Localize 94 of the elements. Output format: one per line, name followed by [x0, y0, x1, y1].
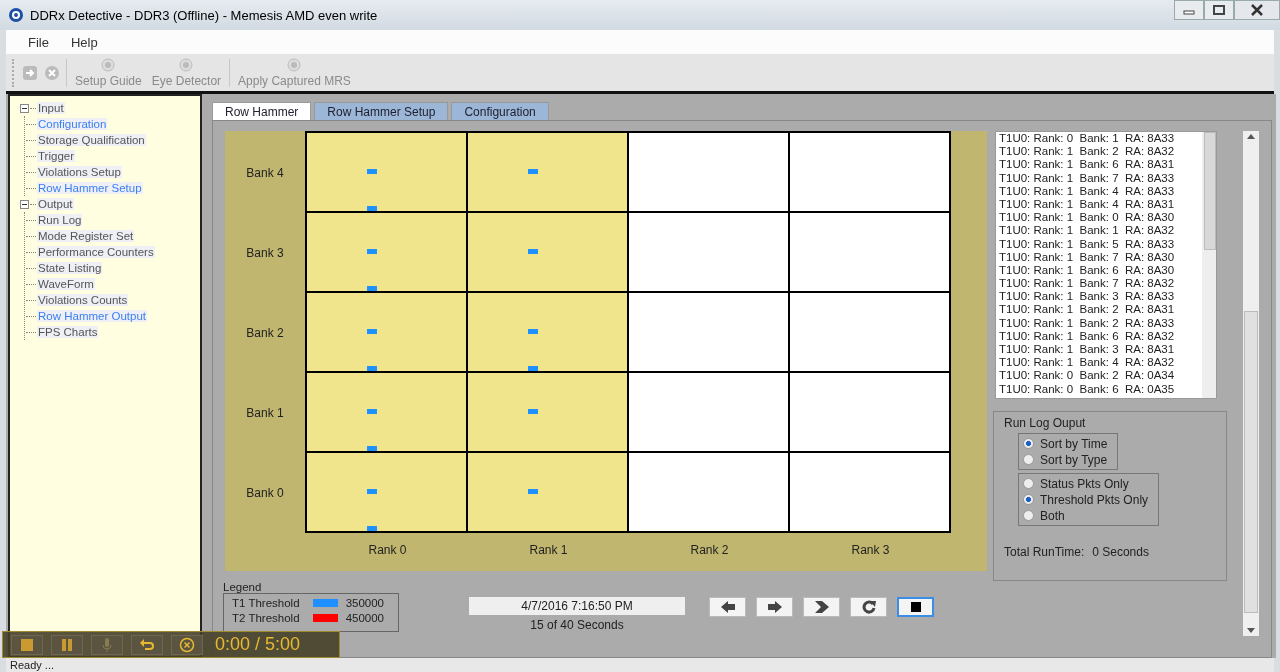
tree-item[interactable]: Mode Register Set [37, 230, 135, 242]
log-entry: T1U0: Rank: 1 Bank: 1 RA: 8A32 [999, 224, 1176, 238]
close-icon [1250, 4, 1264, 16]
radio-option[interactable]: Sort by Type [1023, 452, 1108, 467]
log-entry: T1U0: Rank: 0 Bank: 1 RA: 8A33 [999, 132, 1176, 146]
bank-label: Bank 1 [245, 405, 285, 422]
skip-button[interactable] [803, 597, 840, 617]
bank-label: Bank 2 [245, 325, 285, 342]
log-entry: T1U0: Rank: 1 Bank: 7 RA: 8A33 [999, 171, 1176, 185]
close-button[interactable] [1234, 0, 1280, 20]
rank-label: Rank 3 [850, 543, 891, 557]
collapse-icon[interactable] [20, 103, 29, 113]
log-entry: T1U0: Rank: 1 Bank: 7 RA: 8A32 [999, 277, 1176, 291]
radio-icon [101, 57, 116, 72]
back-button[interactable] [709, 597, 746, 617]
tree-item[interactable]: Violations Setup [37, 166, 122, 178]
log-entry: T1U0: Rank: 0 Bank: 6 RA: 0A35 [999, 382, 1176, 396]
refresh-button[interactable] [850, 597, 887, 617]
group-title: Run Log Ouput [1004, 416, 1086, 430]
legend-label: T1 Threshold [232, 596, 301, 609]
legend-title: Legend [223, 581, 263, 593]
log-entry: T1U0: Rank: 1 Bank: 2 RA: 8A33 [999, 316, 1176, 330]
tree-item[interactable]: Storage Qualification [37, 134, 146, 146]
scrollbar[interactable] [1243, 131, 1259, 636]
bank-label: Bank 4 [245, 165, 285, 182]
log-entry: T1U0: Rank: 1 Bank: 6 RA: 8A31 [999, 158, 1176, 172]
tree-item[interactable]: FPS Charts [37, 326, 99, 338]
maximize-button[interactable] [1204, 0, 1234, 20]
radio-icon [179, 57, 194, 72]
close-icon [179, 636, 195, 653]
log-entry: T1U0: Rank: 0 Bank: 2 RA: 0A34 [999, 369, 1176, 383]
tree-item[interactable]: Violations Counts [37, 294, 129, 306]
log-entry: T1U0: Rank: 1 Bank: 4 RA: 8A32 [999, 356, 1176, 370]
log-entry: T1U0: Rank: 1 Bank: 6 RA: 8A30 [999, 263, 1176, 278]
legend-value: 450000 [345, 611, 384, 624]
menu-item[interactable]: File [28, 34, 49, 50]
undo-button[interactable] [131, 634, 163, 655]
window-title: DDRx Detective - DDR3 (Offline) - Memesis AMD even write [30, 7, 378, 23]
timestamp-field: 4/7/2016 7:16:50 PM [469, 597, 685, 615]
collapse-icon[interactable] [20, 199, 29, 209]
rank-label: Rank 2 [689, 543, 730, 557]
rank-label: Rank 0 [367, 543, 408, 557]
radio-option[interactable]: Sort by Time [1023, 436, 1108, 451]
bank-label: Bank 3 [245, 245, 285, 262]
stop-button[interactable] [897, 597, 934, 617]
log-entry: T1U0: Rank: 1 Bank: 3 RA: 8A31 [999, 343, 1176, 357]
tree-item[interactable]: Trigger [37, 150, 75, 162]
radio-option[interactable]: Both [1023, 508, 1149, 523]
recording-time: 0:00 / 5:00 [215, 634, 301, 655]
app-logo-icon [8, 7, 24, 23]
refresh-icon [860, 600, 877, 614]
tree-item[interactable]: WaveForm [37, 278, 95, 290]
legend-value: 350000 [345, 596, 384, 609]
tree-item[interactable]: Output [37, 198, 74, 210]
tree-item[interactable]: State Listing [37, 262, 103, 274]
radio-option[interactable]: Status Pkts Only [1023, 476, 1149, 491]
tab[interactable]: Row Hammer [212, 102, 312, 120]
scrollbar[interactable] [1202, 132, 1216, 398]
tree-item[interactable]: Run Log [37, 214, 83, 226]
radio-option[interactable]: Threshold Pkts Only [1023, 492, 1149, 507]
left-arrow-icon [719, 600, 736, 614]
log-entry: T1U0: Rank: 1 Bank: 7 RA: 8A30 [999, 250, 1176, 264]
log-entry: T1U0: Rank: 1 Bank: 2 RA: 8A31 [999, 303, 1176, 317]
log-entry: T1U0: Rank: 1 Bank: 0 RA: 8A30 [999, 211, 1176, 225]
tab[interactable]: Row Hammer Setup [314, 102, 449, 120]
rank-label: Rank 1 [528, 543, 569, 557]
total-runtime-label: Total RunTime: [1004, 545, 1085, 559]
log-entry: T1U0: Rank: 1 Bank: 2 RA: 8A32 [999, 145, 1176, 159]
radio-icon [287, 57, 302, 72]
pause-button[interactable] [51, 634, 83, 655]
maximize-icon [1213, 5, 1225, 15]
pause-icon [59, 636, 75, 653]
tab[interactable]: Configuration [451, 102, 549, 120]
progress-text: 15 of 40 Seconds [530, 618, 624, 632]
log-entry: T1U0: Rank: 1 Bank: 6 RA: 8A32 [999, 329, 1176, 343]
cancel-button[interactable] [171, 634, 203, 655]
microphone-icon [99, 636, 115, 653]
log-entry: T1U0: Rank: 1 Bank: 5 RA: 8A33 [999, 237, 1176, 251]
right-arrow-icon [766, 600, 783, 614]
log-entry: T1U0: Rank: 1 Bank: 4 RA: 8A31 [999, 197, 1176, 212]
tree-item[interactable]: Input [37, 102, 65, 114]
log-entry: T1U0: Rank: 1 Bank: 4 RA: 8A33 [999, 184, 1176, 198]
record-button[interactable] [11, 634, 43, 655]
tree-item[interactable]: Performance Counters [37, 246, 155, 258]
status-text: Ready ... [10, 659, 55, 671]
log-entry: T1U0: Rank: 1 Bank: 3 RA: 8A33 [999, 290, 1176, 304]
total-runtime-value: 0 Seconds [1092, 545, 1149, 559]
stop-icon [909, 601, 922, 613]
menu-item[interactable]: Help [70, 34, 98, 50]
forward-button[interactable] [756, 597, 793, 617]
bank-label: Bank 0 [245, 485, 285, 502]
square-icon [19, 636, 35, 653]
chevron-icon [813, 600, 830, 614]
legend-label: T2 Threshold [232, 611, 301, 624]
